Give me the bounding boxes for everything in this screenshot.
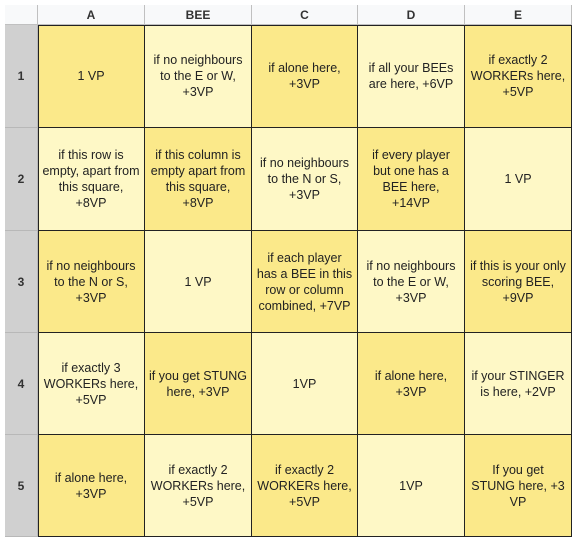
cell-text: if this row is empty, apart from this sq… — [42, 148, 140, 210]
cell-text: if exactly 3 WORKERs here, +5VP — [43, 360, 139, 407]
cell-text: if exactly 2 WORKERs here, +5VP — [470, 53, 566, 99]
column-header-e[interactable]: E — [465, 5, 572, 25]
cell-e3[interactable]: if this is your only scoring BEE, +9VP — [465, 231, 572, 333]
cell-a2[interactable]: if this row is empty, apart from this sq… — [38, 128, 145, 231]
cell-e1[interactable]: if exactly 2 WORKERs here, +5VP — [465, 25, 572, 128]
cell-text: if no neighbours to the N or S, +3VP — [46, 258, 136, 305]
cell-text: if every player but one has a BEE here, … — [372, 148, 450, 210]
cell-text: 1 VP — [184, 274, 212, 289]
column-header-c[interactable]: C — [252, 5, 358, 25]
cell-c1[interactable]: if alone here, +3VP — [252, 25, 358, 128]
cell-text: if exactly 2 WORKERs here, +5VP — [150, 462, 246, 509]
cell-text: if your STINGER is here, +2VP — [471, 368, 565, 399]
cell-text: if each player has a BEE in this row or … — [256, 250, 353, 313]
cell-text: if no neighbours to the E or W, +3VP — [153, 53, 243, 99]
cell-text: if this is your only scoring BEE, +9VP — [470, 258, 566, 305]
cell-bee2[interactable]: if this column is empty apart from this … — [145, 128, 252, 231]
column-header-bee[interactable]: BEE — [145, 5, 252, 25]
cell-text: if this column is empty apart from this … — [150, 148, 246, 210]
cell-text: if you get STUNG here, +3VP — [149, 368, 247, 399]
cell-c4[interactable]: 1VP — [252, 333, 358, 435]
spreadsheet: A BEE C D E 1 1 VP if no neighbours to the E or… — [0, 0, 575, 539]
cell-bee1[interactable]: if no neighbours to the E or W, +3VP — [145, 25, 252, 128]
cell-bee3[interactable]: 1 VP — [145, 231, 252, 333]
cell-c5[interactable]: if exactly 2 WORKERs here, +5VP — [252, 435, 358, 537]
row-header-5[interactable]: 5 — [5, 435, 38, 537]
cell-c3[interactable]: if each player has a BEE in this row or … — [252, 231, 358, 333]
cell-text: 1VP — [292, 376, 317, 391]
cell-c2[interactable]: if no neighbours to the N or S, +3VP — [252, 128, 358, 231]
row-header-4[interactable]: 4 — [5, 333, 38, 435]
cell-text: 1 VP — [504, 172, 532, 186]
cell-a3[interactable]: if no neighbours to the N or S, +3VP — [38, 231, 145, 333]
cell-bee5[interactable]: if exactly 2 WORKERs here, +5VP — [145, 435, 252, 537]
cell-text: if no neighbours to the E or W, +3VP — [366, 258, 456, 305]
cell-d2[interactable]: if every player but one has a BEE here, … — [358, 128, 465, 231]
column-header-a[interactable]: A — [38, 5, 145, 25]
cell-text: if all your BEEs are here, +6VP — [368, 61, 454, 91]
cell-d5[interactable]: 1VP — [358, 435, 465, 537]
cell-a1[interactable]: 1 VP — [38, 25, 145, 128]
row-header-1[interactable]: 1 — [5, 25, 38, 128]
cell-text: if alone here, +3VP — [374, 368, 448, 399]
cell-bee4[interactable]: if you get STUNG here, +3VP — [145, 333, 252, 435]
cell-text: 1VP — [399, 478, 423, 493]
cell-d4[interactable]: if alone here, +3VP — [358, 333, 465, 435]
cell-text: if alone here, +3VP — [54, 470, 128, 501]
cell-e4[interactable]: if your STINGER is here, +2VP — [465, 333, 572, 435]
cell-text: If you get STUNG here, +3 VP — [471, 462, 565, 509]
cell-text: 1 VP — [77, 69, 105, 83]
cell-text: if alone here, +3VP — [268, 61, 341, 91]
cell-text: if no neighbours to the N or S, +3VP — [260, 156, 349, 202]
cell-d3[interactable]: if no neighbours to the E or W, +3VP — [358, 231, 465, 333]
cell-a4[interactable]: if exactly 3 WORKERs here, +5VP — [38, 333, 145, 435]
cell-e5[interactable]: If you get STUNG here, +3 VP — [465, 435, 572, 537]
row-header-3[interactable]: 3 — [5, 231, 38, 333]
row-header-2[interactable]: 2 — [5, 128, 38, 231]
cell-d1[interactable]: if all your BEEs are here, +6VP — [358, 25, 465, 128]
cell-text: if exactly 2 WORKERs here, +5VP — [257, 462, 352, 509]
cell-e2[interactable]: 1 VP — [465, 128, 572, 231]
select-all-corner[interactable] — [5, 5, 38, 25]
column-header-d[interactable]: D — [358, 5, 465, 25]
cell-a5[interactable]: if alone here, +3VP — [38, 435, 145, 537]
